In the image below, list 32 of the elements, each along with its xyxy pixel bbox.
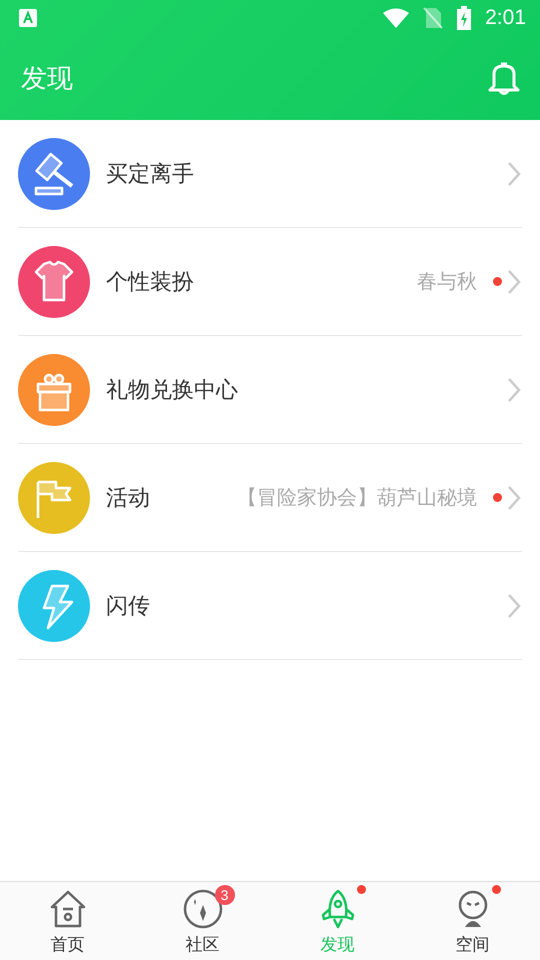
list-row[interactable]: 活动 【冒险家协会】葫芦山秘境	[18, 444, 522, 552]
no-sim-icon	[423, 7, 444, 29]
list-row[interactable]: 个性装扮 春与秋	[18, 228, 522, 336]
nav-tab[interactable]: 空间	[405, 882, 540, 960]
bell-icon[interactable]	[486, 60, 522, 96]
status-time: 2:01	[485, 6, 526, 30]
tab-label: 社区	[186, 934, 220, 956]
battery-icon	[457, 6, 472, 30]
item-label: 个性装扮	[106, 268, 194, 296]
item-label: 闪传	[106, 592, 150, 620]
tab-label: 首页	[50, 934, 84, 956]
list-row[interactable]: 买定离手	[18, 120, 522, 228]
tab-label: 发现	[320, 934, 354, 956]
chevron-icon	[506, 592, 522, 620]
nav-tab[interactable]: 3 社区	[135, 882, 270, 960]
list-row[interactable]: 礼物兑换中心	[18, 336, 522, 444]
count-badge: 3	[214, 884, 234, 904]
item-label: 活动	[106, 484, 150, 512]
chevron-icon	[506, 160, 522, 188]
item-label: 买定离手	[106, 160, 194, 188]
wifi-icon	[383, 8, 410, 28]
chevron-icon	[506, 268, 522, 296]
nav-tab[interactable]: 首页	[0, 882, 135, 960]
page-title: 发现	[21, 62, 73, 96]
tab-label: 空间	[456, 934, 490, 956]
app-notification-icon	[18, 8, 38, 28]
chevron-icon	[506, 376, 522, 404]
chevron-icon	[506, 484, 522, 512]
item-label: 礼物兑换中心	[106, 376, 238, 404]
item-detail: 春与秋	[417, 268, 477, 295]
item-detail: 【冒险家协会】葫芦山秘境	[237, 484, 477, 511]
list-row[interactable]: 闪传	[18, 552, 522, 660]
